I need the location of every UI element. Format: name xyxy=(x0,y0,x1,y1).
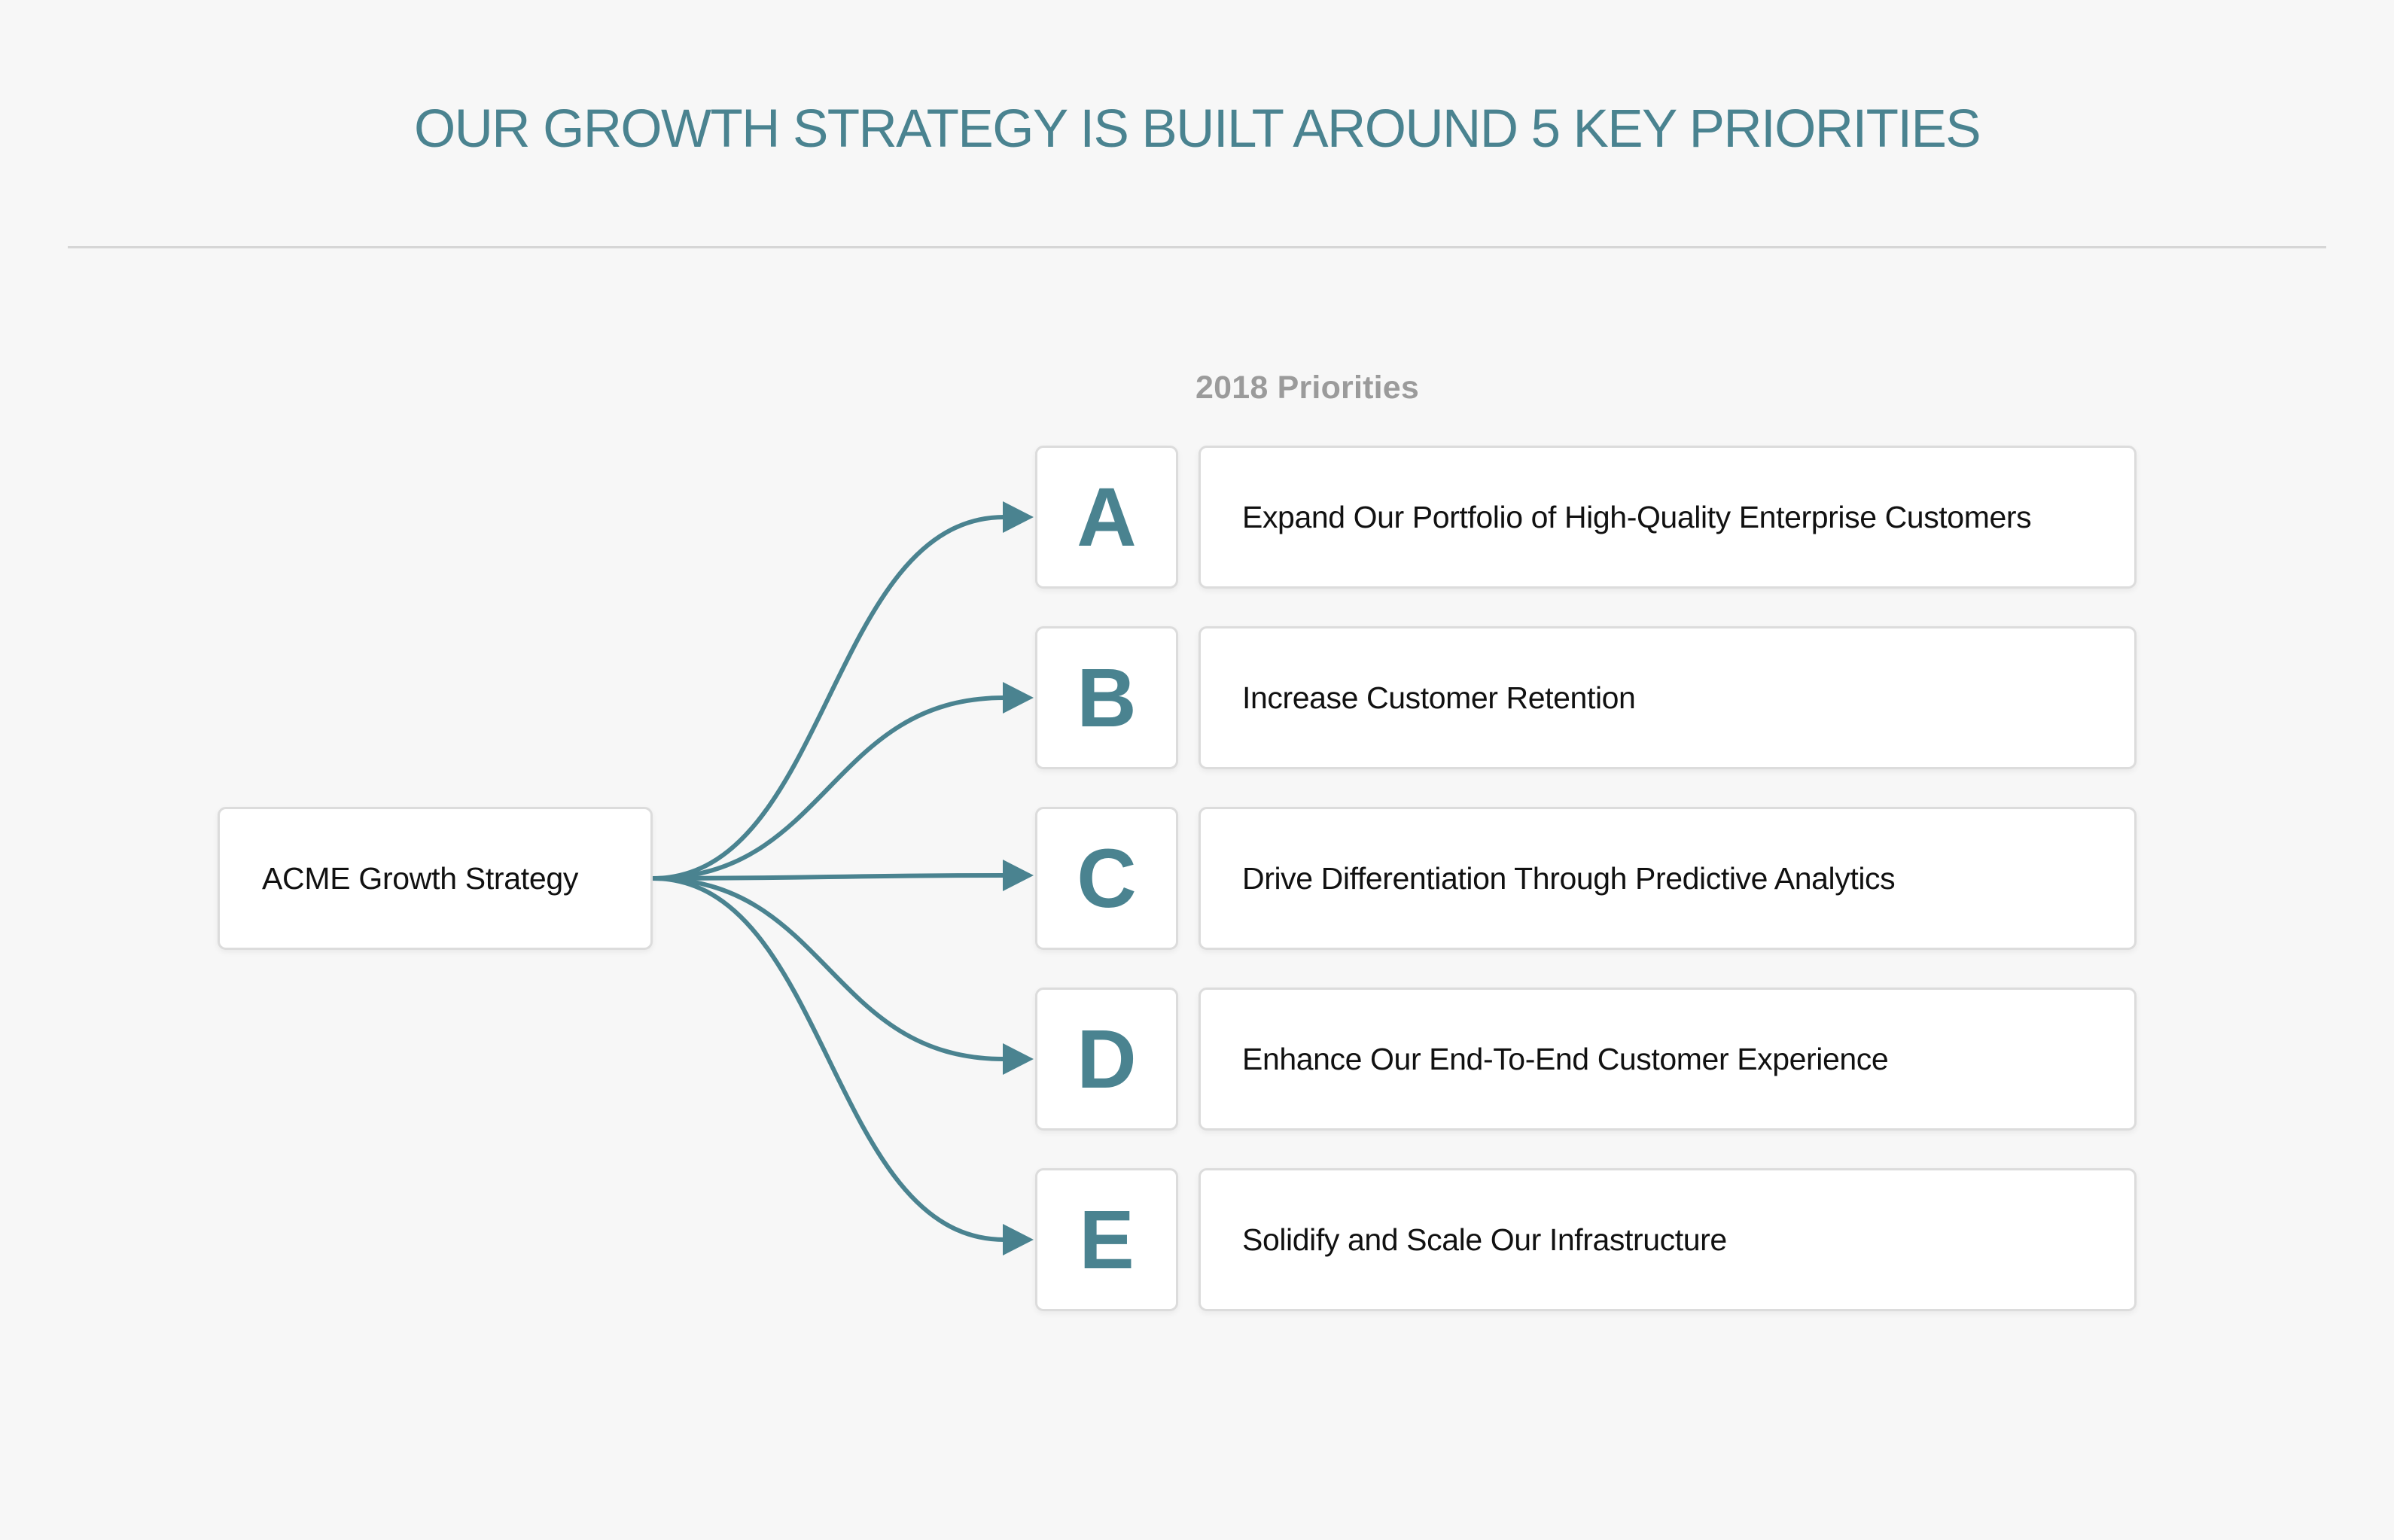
priority-letter-box-e: E xyxy=(1035,1168,1178,1311)
priority-description-box-d: Enhance Our End-To-End Customer Experien… xyxy=(1199,988,2137,1131)
connector-arrow-a xyxy=(652,501,1034,881)
connector-arrow-e xyxy=(652,876,1034,1255)
priority-description-box-e: Solidify and Scale Our Infrastructure xyxy=(1199,1168,2137,1311)
priority-letter: E xyxy=(1079,1194,1135,1286)
section-label: 2018 Priorities xyxy=(1195,370,1420,406)
priority-description: Enhance Our End-To-End Customer Experien… xyxy=(1242,1041,1889,1076)
connector-line xyxy=(652,515,1005,881)
priority-letter-box-b: B xyxy=(1035,626,1178,769)
priority-letter: A xyxy=(1077,471,1137,564)
arrow-right-icon xyxy=(1003,1224,1034,1255)
priority-description: Increase Customer Retention xyxy=(1242,680,1636,715)
connector-arrow-b xyxy=(652,682,1034,881)
priority-letter: D xyxy=(1077,1013,1137,1106)
priority-description-box-c: Drive Differentiation Through Predictive… xyxy=(1199,807,2137,950)
priority-description-box-a: Expand Our Portfolio of High-Quality Ent… xyxy=(1199,446,2137,589)
root-node: ACME Growth Strategy xyxy=(218,807,653,950)
connector-line xyxy=(652,876,1005,1061)
priority-letter-box-c: C xyxy=(1035,807,1178,950)
connector-arrow-d xyxy=(652,876,1034,1075)
priority-description: Solidify and Scale Our Infrastructure xyxy=(1242,1222,1727,1257)
arrow-right-icon xyxy=(1003,682,1034,714)
connector-line xyxy=(652,695,1005,881)
priority-letter-box-a: A xyxy=(1035,446,1178,589)
connector-line xyxy=(652,873,1005,881)
priority-letter: C xyxy=(1077,832,1137,925)
priority-description-box-b: Increase Customer Retention xyxy=(1199,626,2137,769)
priority-letter: B xyxy=(1077,652,1137,744)
connector-arrow-c xyxy=(652,860,1034,891)
title-divider xyxy=(68,246,2326,248)
arrow-right-icon xyxy=(1003,501,1034,533)
priority-description: Expand Our Portfolio of High-Quality Ent… xyxy=(1242,499,2032,534)
root-node-label: ACME Growth Strategy xyxy=(262,860,579,896)
priority-description: Drive Differentiation Through Predictive… xyxy=(1242,860,1896,896)
connector-line xyxy=(652,876,1005,1242)
priority-letter-box-d: D xyxy=(1035,988,1178,1131)
arrow-right-icon xyxy=(1003,1043,1034,1075)
page-title: OUR GROWTH STRATEGY IS BUILT AROUND 5 KE… xyxy=(413,99,1981,159)
arrow-right-icon xyxy=(1003,860,1034,891)
